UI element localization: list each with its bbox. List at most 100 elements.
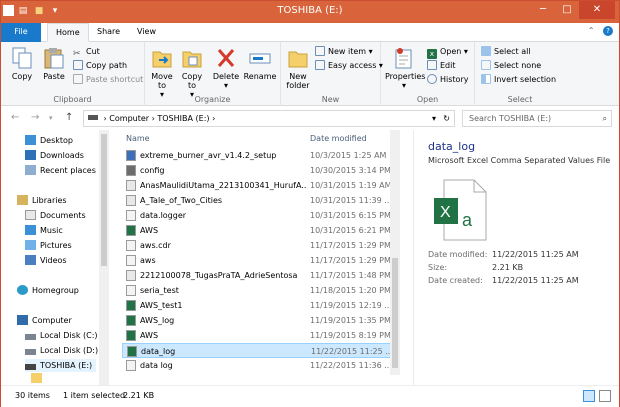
search-input[interactable]: Search TOSHIBA (E:) ⌕ [462, 110, 612, 127]
breadcrumb-separator-icon[interactable]: › [212, 114, 215, 123]
new-folder-button[interactable]: New folder [283, 46, 313, 90]
nav-item-desktop[interactable]: Desktop [25, 134, 73, 147]
drive-icon [88, 115, 98, 120]
minimize-ribbon-icon[interactable]: ⌃ [588, 26, 595, 35]
table-row[interactable]: seria_test 11/18/2015 1:20 PM [122, 283, 392, 298]
help-icon[interactable]: ? [603, 26, 613, 36]
easy-access-button[interactable]: Easy access ▾ [315, 59, 383, 72]
file-date-modified: 11/17/2015 1:29 PM [310, 256, 391, 265]
history-icon [427, 74, 437, 84]
table-row-selected[interactable]: data_log 11/22/2015 11:25 ... [122, 343, 393, 358]
file-name: AWS_test1 [140, 301, 183, 310]
cut-button[interactable]: ✂ Cut [73, 45, 100, 59]
copy-path-button[interactable]: Copy path [73, 59, 127, 72]
search-icon: ⌕ [602, 114, 607, 123]
new-item-button[interactable]: New item ▾ [315, 45, 373, 58]
maximize-button[interactable]: □ [555, 1, 579, 19]
nav-item-documents[interactable]: Documents [25, 209, 86, 222]
table-row[interactable]: A_Tale_of_Two_Cities 10/31/2015 11:39 ... [122, 193, 392, 208]
nav-item-libraries[interactable]: Libraries [17, 194, 67, 207]
history-button[interactable]: History [427, 73, 468, 86]
table-row[interactable]: aws 11/17/2015 1:29 PM [122, 253, 392, 268]
organize-group: Move to ▾ Copy to ▾ Delete ▾ Rename Organiz… [145, 42, 281, 106]
invert-selection-icon [481, 74, 491, 84]
address-dropdown-icon[interactable]: ▾ [432, 111, 436, 126]
nav-item-homegroup[interactable]: Homegroup [17, 284, 79, 297]
excel-icon: x [427, 49, 437, 59]
recent-locations-icon[interactable]: ▾ [49, 114, 53, 122]
breadcrumb-separator-icon[interactable]: › [152, 114, 155, 123]
nav-item-music[interactable]: Music [25, 224, 63, 237]
nav-item-videos[interactable]: Videos [25, 254, 67, 267]
file-list-scrollbar[interactable] [390, 130, 400, 375]
file-icon [126, 240, 136, 251]
open-button[interactable]: x Open ▾ [427, 45, 468, 59]
breadcrumb-separator-icon[interactable]: › [104, 114, 107, 123]
invert-selection-button[interactable]: Invert selection [481, 73, 556, 86]
file-date-modified: 10/31/2015 6:21 PM [310, 226, 391, 235]
paste-shortcut-button[interactable]: Paste shortcut [73, 73, 143, 86]
table-row[interactable]: 2212100078_TugasPraTA_AdrieSentosa 11/17/… [122, 268, 392, 283]
address-bar[interactable]: › Computer › TOSHIBA (E:) › ▾ ↻ [83, 110, 455, 127]
table-row[interactable]: data.logger 10/31/2015 6:15 PM [122, 208, 392, 223]
delete-icon [215, 46, 237, 70]
tab-file[interactable]: File [1, 23, 41, 42]
table-row[interactable]: extreme_burner_avr_v1.4.2_setup 10/3/2015… [122, 148, 392, 163]
document-icon [126, 195, 136, 206]
select-none-button[interactable]: Select none [481, 59, 541, 72]
table-row[interactable]: AWS 11/19/2015 8:19 PM [122, 328, 392, 343]
excel-icon [126, 300, 136, 311]
music-icon [25, 225, 36, 235]
downloads-icon [25, 150, 36, 160]
move-to-icon [151, 46, 173, 70]
edit-button[interactable]: Edit [427, 59, 456, 72]
copy-button[interactable]: Copy [7, 46, 37, 81]
table-row[interactable]: aws.cdr 11/17/2015 1:29 PM [122, 238, 392, 253]
table-row[interactable]: config 10/30/2015 3:14 PM [122, 163, 392, 178]
breadcrumb-drive[interactable]: TOSHIBA (E:) [157, 114, 209, 123]
select-all-button[interactable]: Select all [481, 45, 531, 58]
delete-button[interactable]: Delete ▾ [211, 46, 241, 90]
file-list-scrollbar-thumb[interactable] [392, 258, 398, 368]
large-icons-view-icon[interactable] [599, 390, 611, 402]
properties-button[interactable]: Properties ▾ [385, 46, 425, 90]
close-button[interactable]: ✕ [579, 1, 615, 19]
breadcrumb-computer[interactable]: Computer [109, 114, 149, 123]
file-date-modified: 10/3/2015 1:25 AM [310, 151, 387, 160]
minimize-button[interactable]: ─ [531, 1, 555, 19]
file-icon [126, 285, 136, 296]
details-view-icon[interactable] [583, 390, 595, 402]
file-icon [126, 255, 136, 266]
nav-item-local-disk-d[interactable]: Local Disk (D:) [25, 344, 98, 357]
table-row[interactable]: data log 11/22/2015 11:36 ... [122, 358, 392, 373]
column-header-name[interactable]: Name [126, 134, 150, 143]
refresh-icon[interactable]: ↻ [443, 111, 450, 126]
preview-pane: data_log Microsoft Excel Comma Separated… [413, 130, 619, 385]
nav-item-subfolder[interactable] [31, 372, 46, 385]
nav-item-local-disk-c[interactable]: Local Disk (C:) [25, 329, 98, 342]
table-row[interactable]: AnasMaulidiUtama_2213100341_HurufA.... 10… [122, 178, 392, 193]
copy-to-button[interactable]: Copy to ▾ [177, 46, 207, 99]
nav-item-toshiba-e[interactable]: TOSHIBA (E:) [25, 359, 97, 372]
up-icon[interactable]: ↑ [65, 112, 73, 123]
table-row[interactable]: AWS_test1 11/19/2015 12:19 ... [122, 298, 392, 313]
table-row[interactable]: AWS_log 11/19/2015 1:35 PM [122, 313, 392, 328]
nav-item-computer[interactable]: Computer [17, 314, 72, 327]
forward-icon[interactable]: → [31, 112, 39, 123]
tab-share[interactable]: Share [89, 23, 128, 42]
tab-view[interactable]: View [129, 23, 164, 42]
rename-button[interactable]: Rename [243, 46, 277, 81]
table-row[interactable]: AWS 10/31/2015 6:21 PM [122, 223, 392, 238]
column-header-date-modified[interactable]: Date modified [310, 134, 367, 143]
nav-item-recent-places[interactable]: Recent places [25, 164, 96, 177]
address-bar-row: ← → ▾ ↑ › Computer › TOSHIBA (E:) › ▾ ↻ … [1, 106, 619, 130]
nav-item-pictures[interactable]: Pictures [25, 239, 72, 252]
move-to-button[interactable]: Move to ▾ [147, 46, 177, 99]
back-icon[interactable]: ← [11, 112, 19, 123]
tab-home[interactable]: Home [47, 23, 89, 42]
nav-scrollbar[interactable] [99, 130, 109, 385]
nav-item-downloads[interactable]: Downloads [25, 149, 84, 162]
file-name: data_log [141, 347, 176, 356]
nav-scrollbar-thumb[interactable] [101, 134, 107, 266]
paste-button[interactable]: Paste [39, 46, 69, 81]
